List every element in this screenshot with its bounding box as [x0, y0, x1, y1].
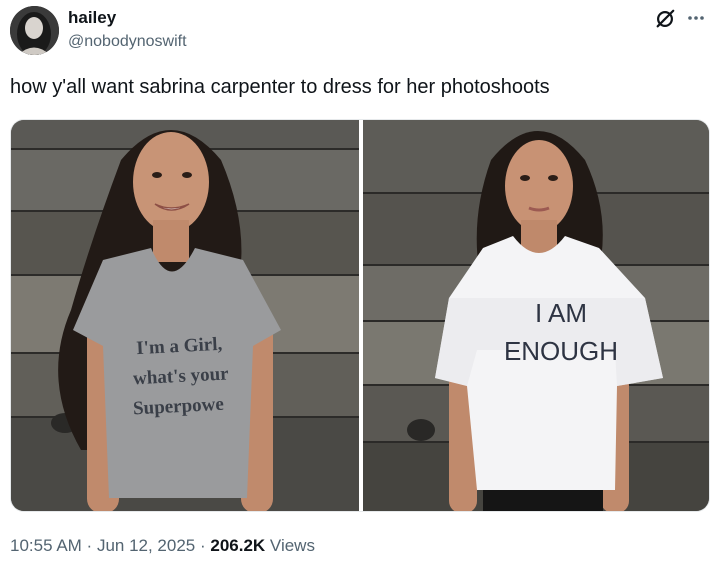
tweet-date[interactable]: Jun 12, 2025 [97, 536, 195, 555]
right-shirt-line2: ENOUGH [504, 336, 618, 366]
views-label: Views [265, 536, 315, 555]
tweet-media: I'm a Girl, what's your Superpowe I AM E… [10, 119, 710, 512]
meta-separator: · [195, 536, 211, 555]
tweet-text: how y'all want sabrina carpenter to dres… [10, 76, 550, 98]
right-shirt-line1: I AM [535, 298, 587, 328]
user-handle[interactable]: @nobodynoswift [68, 33, 187, 51]
tweet-meta: 10:55 AM · Jun 12, 2025 · 206.2K Views [10, 536, 315, 556]
display-name[interactable]: hailey [68, 8, 116, 28]
media-photo-left[interactable]: I'm a Girl, what's your Superpowe [11, 120, 359, 511]
avatar-image [10, 6, 59, 55]
meta-separator: · [81, 536, 97, 555]
avatar[interactable] [10, 6, 59, 55]
tweet-time[interactable]: 10:55 AM [10, 536, 82, 555]
views-count: 206.2K [210, 536, 266, 555]
more-icon[interactable] [686, 10, 706, 26]
grok-icon[interactable] [654, 8, 676, 30]
media-photo-right[interactable]: I AM ENOUGH [363, 120, 709, 511]
